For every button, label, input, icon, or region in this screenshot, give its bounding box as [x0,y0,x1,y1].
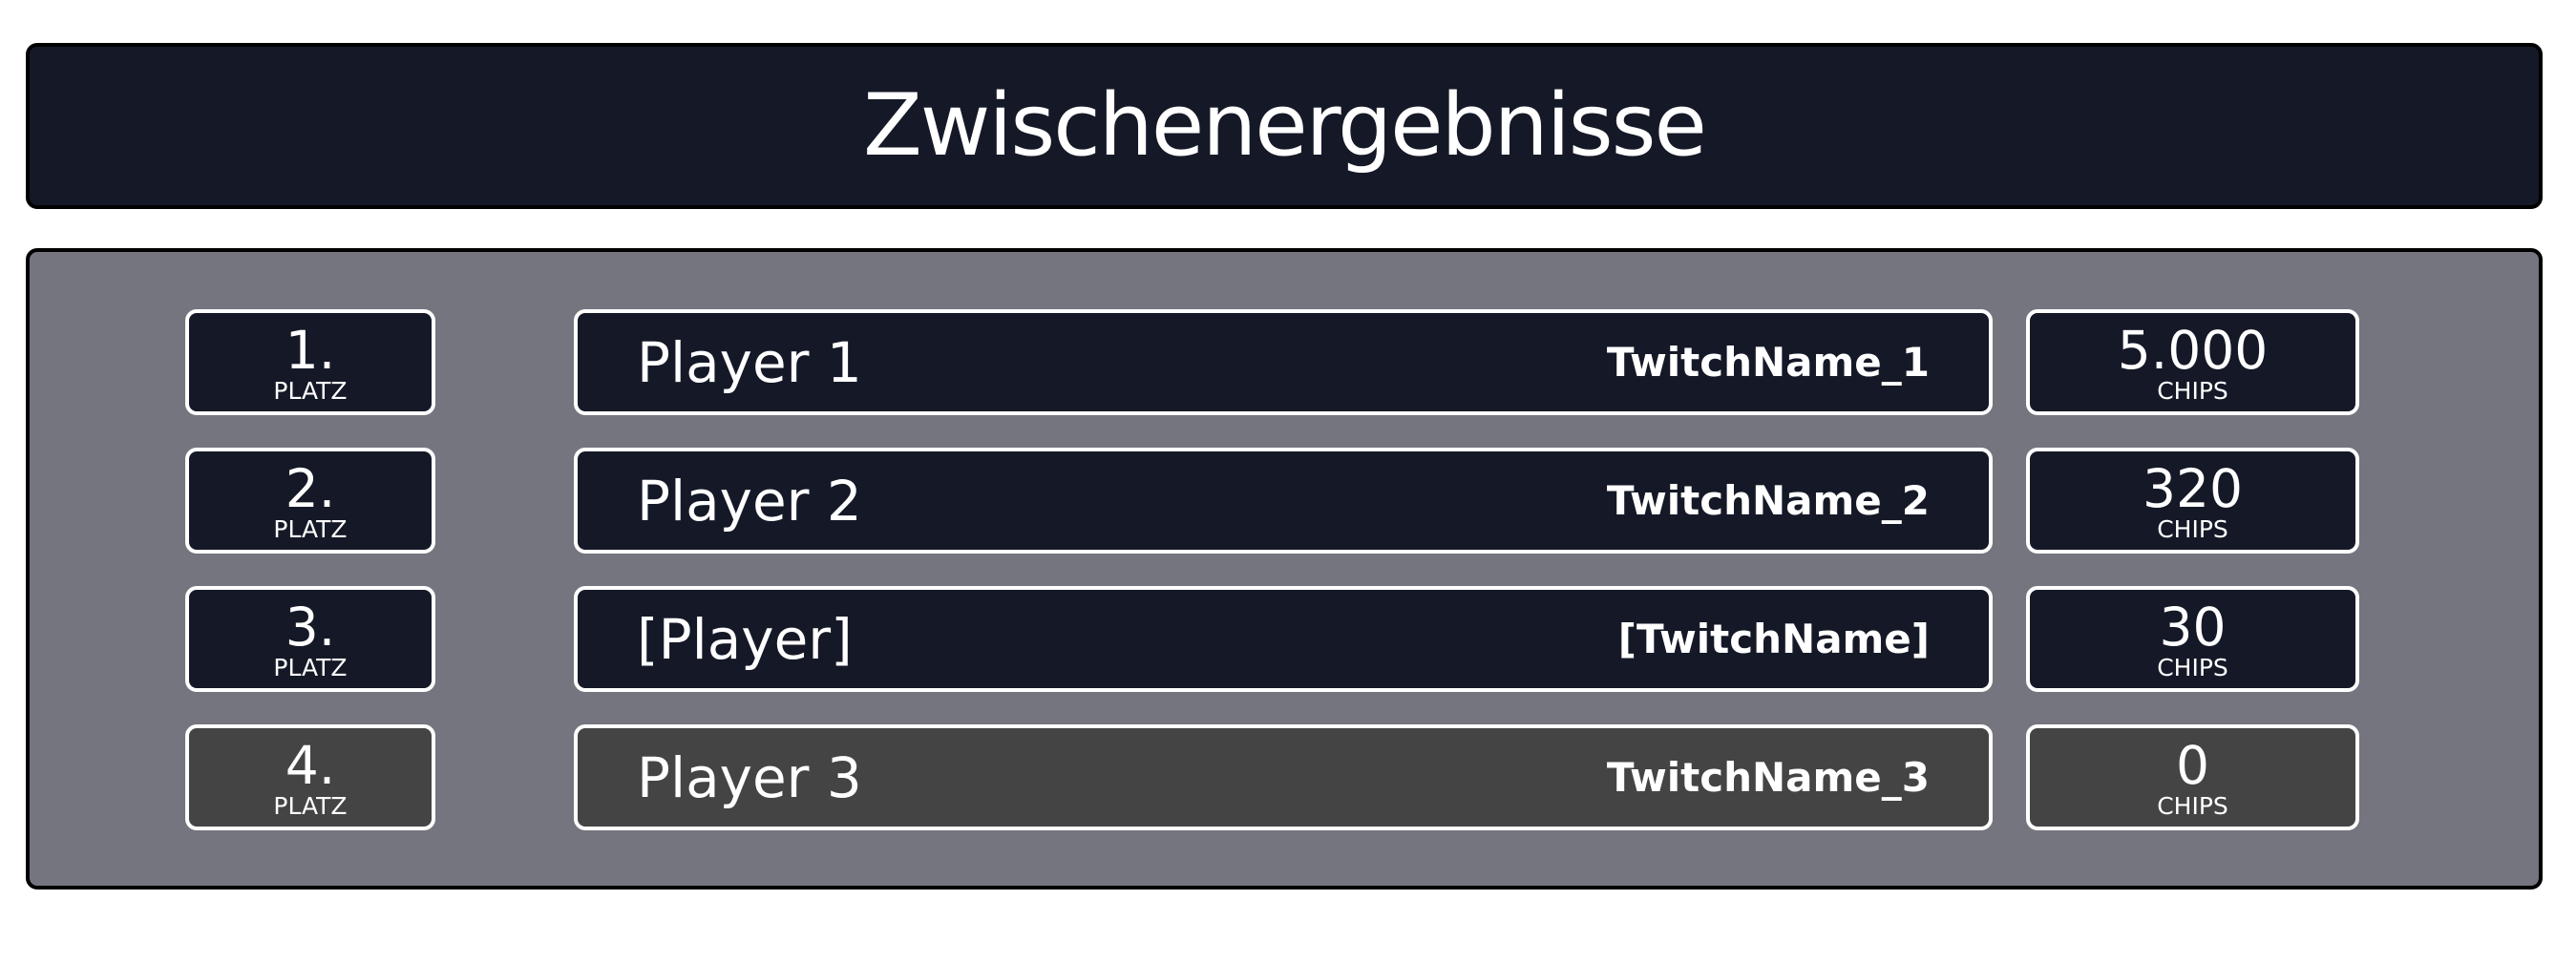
rank-box: 4. PLATZ [185,724,435,830]
standing-row: 2. PLATZ Player 2 TwitchName_2 320 CHIPS [30,448,2539,554]
standing-row: 1. PLATZ Player 1 TwitchName_1 5.000 CHI… [30,309,2539,415]
rank-number: 4. [285,734,336,796]
chips-label: CHIPS [2157,653,2228,681]
rank-box: 2. PLATZ [185,448,435,554]
page-title: Zwischenergebnisse [863,75,1707,176]
twitch-name: TwitchName_2 [1606,477,1930,524]
rank-label: PLATZ [273,791,348,820]
player-box: Player 1 TwitchName_1 [574,309,1993,415]
rank-label: PLATZ [273,653,348,681]
rank-box: 3. PLATZ [185,586,435,692]
player-box: Player 3 TwitchName_3 [574,724,1993,830]
chips-box: 30 CHIPS [2026,586,2359,692]
chips-label: CHIPS [2157,791,2228,820]
rank-number: 2. [285,457,336,519]
chips-label: CHIPS [2157,376,2228,405]
chips-count: 30 [2159,596,2227,658]
header-banner: Zwischenergebnisse [26,43,2543,209]
standing-row: 3. PLATZ [Player] [TwitchName] 30 CHIPS [30,586,2539,692]
standing-row-eliminated: 4. PLATZ Player 3 TwitchName_3 0 CHIPS [30,724,2539,830]
player-box: Player 2 TwitchName_2 [574,448,1993,554]
chips-label: CHIPS [2157,514,2228,543]
player-box: [Player] [TwitchName] [574,586,1993,692]
chips-box: 5.000 CHIPS [2026,309,2359,415]
rank-label: PLATZ [273,514,348,543]
rank-number: 1. [285,319,336,381]
twitch-name: TwitchName_3 [1606,754,1930,801]
twitch-name: TwitchName_1 [1606,339,1930,386]
chips-count: 0 [2176,734,2209,796]
rank-box: 1. PLATZ [185,309,435,415]
chips-box: 320 CHIPS [2026,448,2359,554]
rank-label: PLATZ [273,376,348,405]
standings-board: 1. PLATZ Player 1 TwitchName_1 5.000 CHI… [26,248,2543,890]
player-name: Player 1 [637,329,862,395]
player-name: [Player] [637,606,853,672]
chips-count: 5.000 [2117,319,2269,381]
rank-number: 3. [285,596,336,658]
player-name: Player 2 [637,468,862,534]
chips-count: 320 [2143,457,2243,519]
twitch-name: [TwitchName] [1617,616,1930,662]
player-name: Player 3 [637,744,862,810]
chips-box: 0 CHIPS [2026,724,2359,830]
